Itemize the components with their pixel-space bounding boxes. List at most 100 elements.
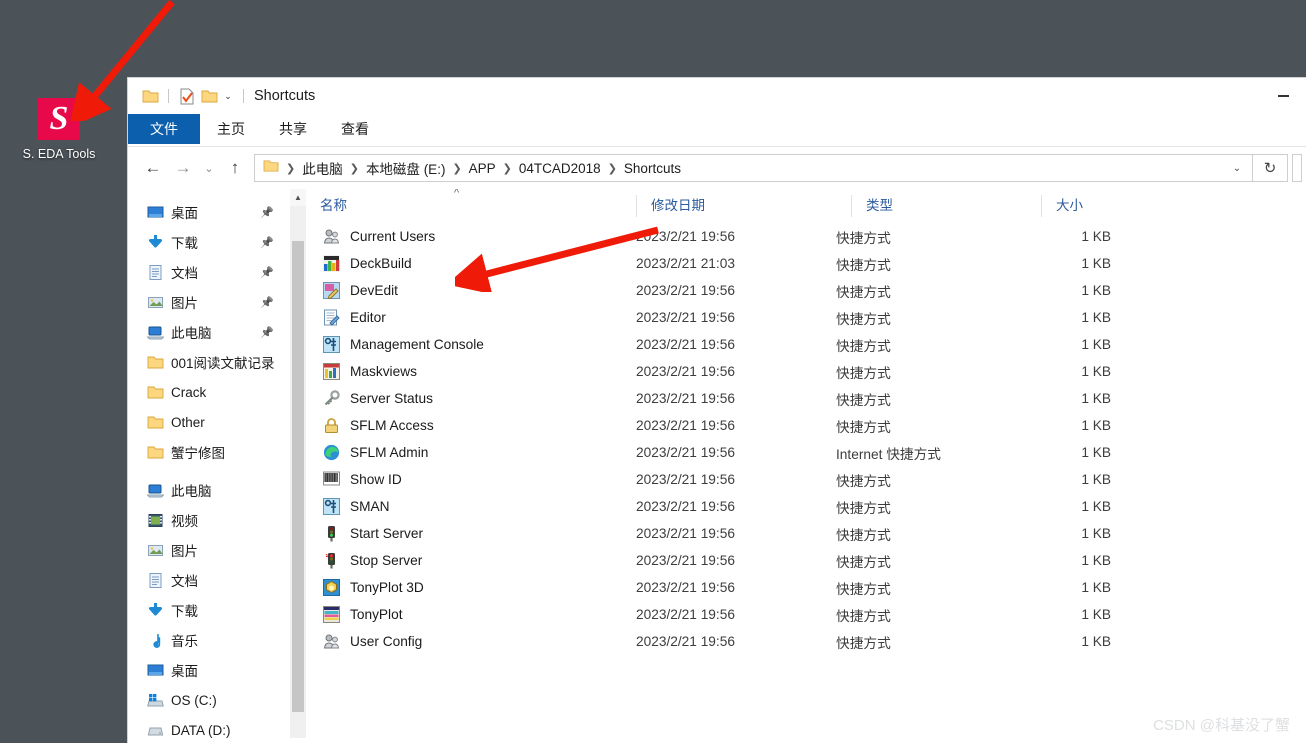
breadcrumb-sep: ❯	[286, 162, 296, 175]
refresh-button[interactable]: ↻	[1253, 154, 1288, 182]
forward-button[interactable]: →	[168, 153, 198, 183]
column-header-size[interactable]: 大小	[1041, 195, 1156, 217]
table-row[interactable]: Server Status 2023/2/21 19:56 快捷方式 1 KB	[306, 385, 1306, 412]
column-header-name[interactable]: 名称	[306, 195, 636, 217]
this-pc-icon	[147, 481, 169, 499]
sidebar-item-pc-7[interactable]: OS (C:)	[128, 685, 306, 715]
desktop-shortcut-s-eda-tools[interactable]: S S. EDA Tools	[14, 98, 104, 161]
file-list-pane: 名称 修改日期 类型 大小 ^ Current Users 2023/2/21 1…	[306, 189, 1306, 738]
cell-size: 1 KB	[1081, 229, 1111, 244]
cell-type: 快捷方式	[836, 311, 891, 327]
file-name-label: SFLM Access	[350, 418, 434, 433]
tab-share[interactable]: 共享	[262, 114, 324, 144]
sidebar-item-pc-8[interactable]: DATA (D:)	[128, 715, 306, 738]
sidebar-item-quick-6[interactable]: Crack	[128, 377, 306, 407]
drive-icon	[147, 721, 169, 738]
cell-date: 2023/2/21 19:56	[636, 580, 735, 595]
table-row[interactable]: User Config 2023/2/21 19:56 快捷方式 1 KB	[306, 628, 1306, 655]
file-name-label: Server Status	[350, 391, 433, 406]
tab-file[interactable]: 文件	[128, 114, 200, 144]
sidebar-item-pc-0[interactable]: 此电脑	[128, 475, 306, 505]
this-pc-icon	[147, 323, 169, 341]
s-eda-tools-icon: S	[38, 98, 80, 140]
pin-icon[interactable]: 📌	[260, 266, 274, 279]
breadcrumb-item-2[interactable]: APP	[469, 161, 496, 176]
sidebar-item-pc-6[interactable]: 桌面	[128, 655, 306, 685]
cell-type: 快捷方式	[836, 230, 891, 246]
sidebar-item-pc-1[interactable]: 视频	[128, 505, 306, 535]
sidebar-item-pc-2[interactable]: 图片	[128, 535, 306, 565]
tab-home[interactable]: 主页	[200, 114, 262, 144]
up-button[interactable]: ↑	[220, 153, 250, 183]
table-row[interactable]: SFLM Admin 2023/2/21 19:56 Internet 快捷方式 1 …	[306, 439, 1306, 466]
sidebar-item-quick-2[interactable]: 文档 📌	[128, 257, 306, 287]
sidebar-item-label: 文档	[171, 266, 198, 281]
sidebar-item-label: 蟹宁修图	[171, 446, 225, 461]
table-row[interactable]: Stop Server 2023/2/21 19:56 快捷方式 1 KB	[306, 547, 1306, 574]
sidebar-item-pc-5[interactable]: 音乐	[128, 625, 306, 655]
sidebar-item-quick-5[interactable]: 001阅读文献记录	[128, 347, 306, 377]
cell-date: 2023/2/21 19:56	[636, 337, 735, 352]
folder-icon	[147, 413, 169, 431]
table-row[interactable]: Show ID 2023/2/21 19:56 快捷方式 1 KB	[306, 466, 1306, 493]
quick-access-toolbar: ⌄	[128, 78, 251, 114]
desktop-icon	[147, 661, 169, 679]
breadcrumb-item-4[interactable]: Shortcuts	[624, 161, 681, 176]
cell-size: 1 KB	[1081, 634, 1111, 649]
scrollbar-thumb[interactable]	[292, 241, 304, 712]
address-folder-icon	[263, 159, 279, 178]
tab-view[interactable]: 查看	[324, 114, 386, 144]
search-input[interactable]	[1292, 154, 1302, 182]
minimize-button[interactable]	[1260, 78, 1306, 114]
table-row[interactable]: TonyPlot 2023/2/21 19:56 快捷方式 1 KB	[306, 601, 1306, 628]
sidebar-item-label: Other	[171, 414, 205, 430]
properties-icon[interactable]	[176, 85, 198, 107]
scroll-up-icon[interactable]: ▲	[290, 189, 306, 206]
sidebar-item-quick-4[interactable]: 此电脑 📌	[128, 317, 306, 347]
customize-caret-icon[interactable]: ⌄	[220, 91, 236, 102]
recent-locations-button[interactable]: ⌄	[198, 153, 220, 183]
sidebar-item-quick-0[interactable]: 桌面 📌	[128, 197, 306, 227]
nav-scrollbar[interactable]: ▲	[290, 189, 306, 738]
download-icon	[147, 233, 169, 251]
table-row[interactable]: Management Console 2023/2/21 19:56 快捷方式 1 K…	[306, 331, 1306, 358]
download-icon	[147, 601, 169, 619]
breadcrumb-item-0[interactable]: 此电脑	[302, 158, 343, 178]
sidebar-item-quick-1[interactable]: 下载 📌	[128, 227, 306, 257]
sidebar-item-quick-8[interactable]: 蟹宁修图	[128, 437, 306, 467]
table-row[interactable]: DeckBuild 2023/2/21 21:03 快捷方式 1 KB	[306, 250, 1306, 277]
table-row[interactable]: DevEdit 2023/2/21 19:56 快捷方式 1 KB	[306, 277, 1306, 304]
chevron-down-icon[interactable]: ⌄	[1226, 163, 1248, 174]
sidebar-item-label: 下载	[171, 236, 198, 251]
table-row[interactable]: SMAN 2023/2/21 19:56 快捷方式 1 KB	[306, 493, 1306, 520]
table-row[interactable]: Start Server 2023/2/21 19:56 快捷方式 1 KB	[306, 520, 1306, 547]
file-name-label: SMAN	[350, 499, 390, 514]
sidebar-item-quick-3[interactable]: 图片 📌	[128, 287, 306, 317]
traffic-red-icon	[323, 552, 340, 569]
pin-icon[interactable]: 📌	[260, 296, 274, 309]
new-folder-icon[interactable]	[198, 85, 220, 107]
table-row[interactable]: TonyPlot 3D 2023/2/21 19:56 快捷方式 1 KB	[306, 574, 1306, 601]
sidebar-item-pc-4[interactable]: 下载	[128, 595, 306, 625]
pin-icon[interactable]: 📌	[260, 206, 274, 219]
table-row[interactable]: Editor 2023/2/21 19:56 快捷方式 1 KB	[306, 304, 1306, 331]
column-header-date[interactable]: 修改日期	[636, 195, 851, 217]
back-button[interactable]: ←	[138, 153, 168, 183]
column-header-type[interactable]: 类型	[851, 195, 1041, 217]
breadcrumb-item-1[interactable]: 本地磁盘 (E:)	[366, 158, 446, 178]
sidebar-item-quick-7[interactable]: Other	[128, 407, 306, 437]
pin-icon[interactable]: 📌	[260, 236, 274, 249]
sidebar-item-pc-3[interactable]: 文档	[128, 565, 306, 595]
sidebar-item-label: Crack	[171, 384, 207, 400]
cell-name: SMAN	[306, 498, 636, 515]
table-row[interactable]: SFLM Access 2023/2/21 19:56 快捷方式 1 KB	[306, 412, 1306, 439]
pictures-icon	[147, 293, 169, 311]
cell-date: 2023/2/21 19:56	[636, 283, 735, 298]
address-bar[interactable]: ❯ 此电脑 ❯ 本地磁盘 (E:) ❯ APP ❯ 04TCAD2018 ❯ S…	[254, 154, 1253, 182]
pin-icon[interactable]: 📌	[260, 326, 274, 339]
table-row[interactable]: Current Users 2023/2/21 19:56 快捷方式 1 KB	[306, 223, 1306, 250]
breadcrumb-item-3[interactable]: 04TCAD2018	[519, 161, 601, 176]
folder-icon[interactable]	[139, 85, 161, 107]
cell-type: 快捷方式	[836, 608, 891, 624]
table-row[interactable]: Maskviews 2023/2/21 19:56 快捷方式 1 KB	[306, 358, 1306, 385]
